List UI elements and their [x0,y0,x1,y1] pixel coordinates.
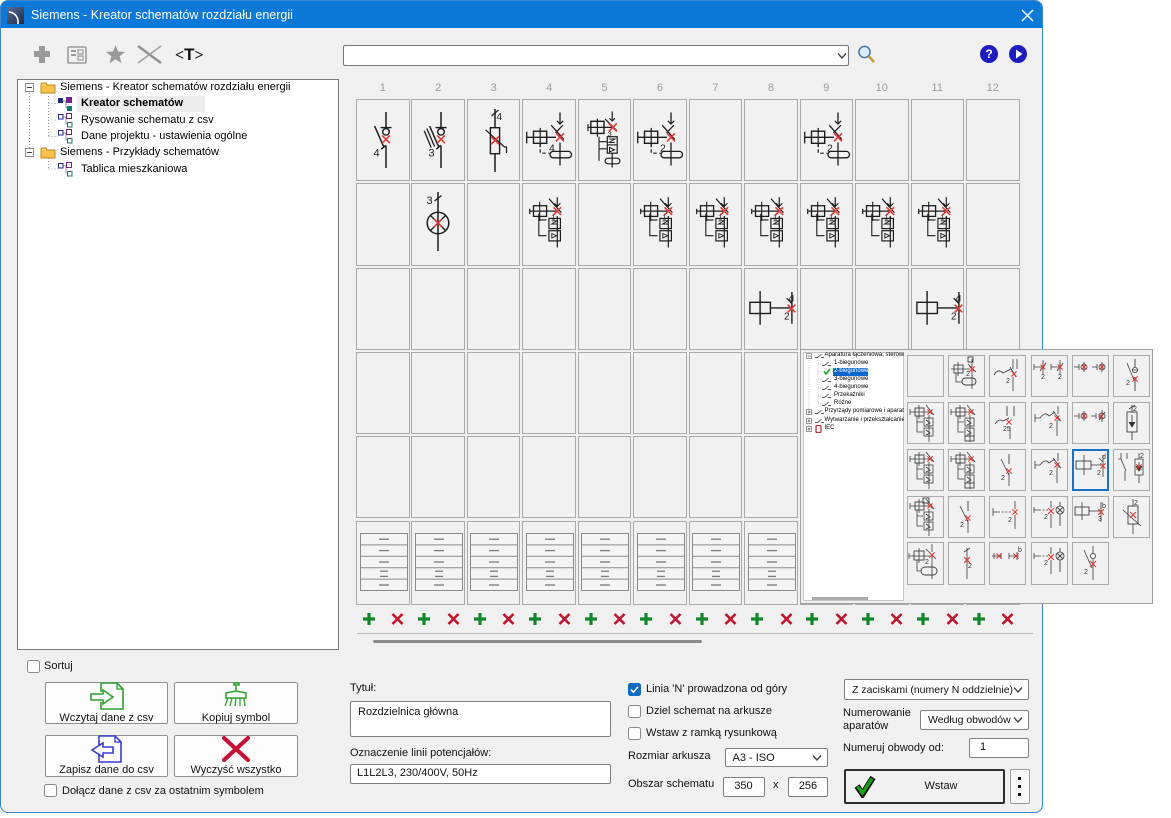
svg-text:2: 2 [951,311,957,322]
svg-text:d: d [1102,454,1106,461]
svg-text:3: 3 [427,195,433,207]
svg-text:2: 2 [925,559,929,566]
svg-text:d: d [789,293,794,303]
svg-text:2: 2 [1001,475,1005,482]
svg-text:2: 2 [1041,374,1045,381]
svg-text:2: 2 [968,563,972,570]
svg-text:2: 2 [1049,423,1053,430]
svg-text:2: 2 [1006,378,1010,385]
svg-text:2: 2 [1049,470,1053,477]
svg-text:4: 4 [374,148,380,160]
svg-text:3: 3 [1098,516,1102,523]
svg-text:d: d [956,293,961,303]
svg-text:2: 2 [1044,560,1048,567]
svg-text:3: 3 [608,132,612,139]
svg-text:2: 2 [1058,374,1062,381]
svg-text:2: 2 [1140,453,1144,460]
svg-text:b: b [1102,503,1106,510]
svg-text:2: 2 [1044,514,1048,521]
svg-text:3: 3 [429,148,435,160]
svg-text:2: 2 [1133,406,1137,413]
svg-text:2: 2 [1084,569,1088,576]
svg-text:2: 2 [1008,517,1012,524]
svg-text:2: 2 [1126,380,1130,387]
svg-text:2: 2 [966,371,970,378]
svg-text:2: 2 [1097,470,1101,477]
svg-text:4: 4 [496,112,502,123]
svg-text:2: 2 [784,311,790,322]
svg-text:25: 25 [1003,426,1011,433]
svg-text:2: 2 [960,522,964,529]
svg-text:2: 2 [1134,500,1138,507]
svg-text:b: b [1018,547,1022,554]
